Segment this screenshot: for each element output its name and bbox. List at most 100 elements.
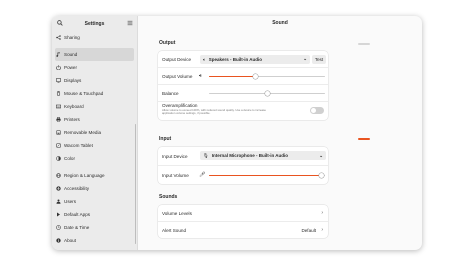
output-device-label: Output Device	[162, 56, 192, 62]
sidebar-item-about[interactable]: About	[52, 234, 137, 247]
sidebar-item-label: Accessibility	[64, 186, 90, 191]
sidebar-item-sharing[interactable]: Sharing	[52, 31, 137, 44]
test-button-label: Test	[314, 56, 324, 62]
input-device-row: Input Device 🎙︎ Internal Microphone - Bu…	[158, 147, 328, 166]
removable-media-icon	[56, 130, 61, 135]
sidebar-item-wacom-tablet[interactable]: Wacom Tablet	[52, 139, 137, 152]
output-volume-slider[interactable]	[209, 74, 325, 79]
chevron-down-icon: ⌄	[319, 152, 323, 158]
sidebar-item-label: Sound	[64, 52, 78, 57]
tablet-icon	[56, 143, 61, 148]
sidebar-item-label: Power	[64, 65, 78, 70]
overamplification-description: Allow volume to exceed 100%, with reduce…	[162, 108, 266, 116]
sounds-card: Volume Levels › Alert Sound Default ›	[158, 205, 328, 238]
keyboard-icon	[56, 104, 61, 109]
volume-levels-label: Volume Levels	[162, 210, 192, 216]
sidebar-item-label: Wacom Tablet	[64, 143, 93, 148]
volume-levels-row[interactable]: Volume Levels ›	[158, 205, 328, 222]
balance-label: Balance	[162, 90, 179, 96]
output-device-row: Output Device 🔈︎ Speakers - Built-in Aud…	[158, 51, 328, 68]
sidebar-item-label: Keyboard	[64, 104, 84, 109]
printer-icon	[56, 117, 61, 122]
test-button[interactable]: Test	[312, 54, 326, 64]
globe-icon	[56, 173, 61, 178]
settings-window: Settings Sharing Sound Power Displays Mo…	[52, 16, 422, 250]
sidebar-item-printers[interactable]: Printers	[52, 113, 137, 126]
monitor-icon	[56, 78, 61, 83]
overamplification-toggle[interactable]	[310, 107, 324, 114]
sidebar-list: Sharing Sound Power Displays Mouse & Tou…	[52, 31, 137, 247]
output-device-dropdown[interactable]: 🔈︎ Speakers - Built-in Audio ⌄	[200, 54, 310, 64]
output-volume-fill	[209, 76, 256, 78]
input-device-label: Input Device	[162, 153, 188, 159]
chevron-down-icon: ⌄	[303, 56, 307, 61]
alert-sound-value: Default	[301, 227, 316, 233]
input-device-value: Internal Microphone - Built-in Audio	[211, 153, 289, 158]
sidebar-item-label: Sharing	[64, 35, 80, 40]
input-volume-row: Input Volume 🎤︎	[158, 166, 328, 184]
power-icon	[56, 65, 61, 70]
music-note-icon	[56, 52, 61, 57]
sidebar-item-keyboard[interactable]: Keyboard	[52, 100, 137, 113]
apps-icon	[56, 212, 61, 217]
users-icon	[56, 199, 61, 204]
header-bar: Sound – □ ✕	[138, 16, 422, 31]
input-level-meter	[358, 138, 370, 140]
sidebar-item-power[interactable]: Power	[52, 61, 137, 74]
output-volume-handle[interactable]	[252, 74, 258, 79]
output-level-meter	[358, 43, 370, 45]
output-volume-row: Output Volume 🔉︎	[158, 68, 328, 85]
input-device-dropdown[interactable]: 🎙︎ Internal Microphone - Built-in Audio …	[200, 151, 326, 160]
balance-slider[interactable]	[209, 91, 325, 96]
sidebar-item-date-time[interactable]: Date & Time	[52, 221, 137, 234]
sidebar-item-removable-media[interactable]: Removable Media	[52, 126, 137, 139]
sidebar-item-mouse-touchpad[interactable]: Mouse & Touchpad	[52, 87, 137, 100]
share-icon	[56, 35, 61, 40]
alert-sound-label: Alert Sound	[162, 227, 187, 233]
sidebar-item-default-apps[interactable]: Default Apps	[52, 208, 137, 221]
microphone-volume-icon: 🎤︎	[199, 172, 206, 178]
input-section-label: Input	[159, 136, 172, 142]
sidebar-item-label: Users	[64, 199, 76, 204]
sidebar-item-label: Date & Time	[64, 225, 90, 230]
sidebar-item-label: Color	[64, 156, 75, 161]
sidebar-item-accessibility[interactable]: Accessibility	[52, 182, 137, 195]
microphone-icon: 🎙︎	[203, 152, 209, 158]
sidebar-item-region-language[interactable]: Region & Language	[52, 169, 137, 182]
sidebar-item-label: Displays	[64, 78, 82, 83]
color-icon	[56, 156, 61, 161]
sidebar-item-label: Removable Media	[64, 130, 102, 135]
sidebar-item-displays[interactable]: Displays	[52, 74, 137, 87]
alert-sound-row[interactable]: Alert Sound Default ›	[158, 222, 328, 238]
chevron-right-icon: ›	[321, 227, 323, 233]
sidebar-item-label: About	[64, 238, 77, 243]
sidebar-item-label: Mouse & Touchpad	[64, 91, 104, 96]
sidebar-item-color[interactable]: Color	[52, 152, 137, 165]
sidebar-item-label: Region & Language	[64, 173, 105, 178]
input-volume-slider[interactable]	[209, 173, 325, 178]
output-section-label: Output	[159, 40, 176, 46]
input-volume-fill	[209, 175, 322, 177]
toggle-knob	[311, 108, 316, 113]
balance-handle[interactable]	[264, 91, 270, 96]
sidebar-item-users[interactable]: Users	[52, 195, 137, 208]
overamplification-row: Overamplification Allow volume to exceed…	[158, 102, 328, 120]
sidebar-title: Settings	[84, 20, 105, 27]
balance-row: Balance	[158, 85, 328, 102]
menu-icon[interactable]	[126, 20, 133, 27]
input-volume-label: Input Volume	[162, 172, 189, 178]
sidebar-scrollbar[interactable]	[134, 124, 136, 244]
speaker-icon: 🔈︎	[203, 56, 206, 62]
chevron-right-icon: ›	[321, 210, 323, 216]
input-volume-handle[interactable]	[319, 173, 325, 178]
volume-icon: 🔉︎	[199, 73, 203, 79]
mouse-icon	[56, 91, 61, 96]
sidebar: Settings Sharing Sound Power Displays Mo…	[52, 16, 138, 250]
sounds-section-label: Sounds	[159, 194, 178, 200]
sidebar-header: Settings	[52, 16, 137, 31]
page-title: Sound	[272, 20, 288, 26]
info-icon	[56, 238, 61, 243]
clock-icon	[56, 225, 61, 230]
sidebar-item-sound[interactable]: Sound	[55, 48, 134, 61]
input-card: Input Device 🎙︎ Internal Microphone - Bu…	[158, 147, 328, 184]
